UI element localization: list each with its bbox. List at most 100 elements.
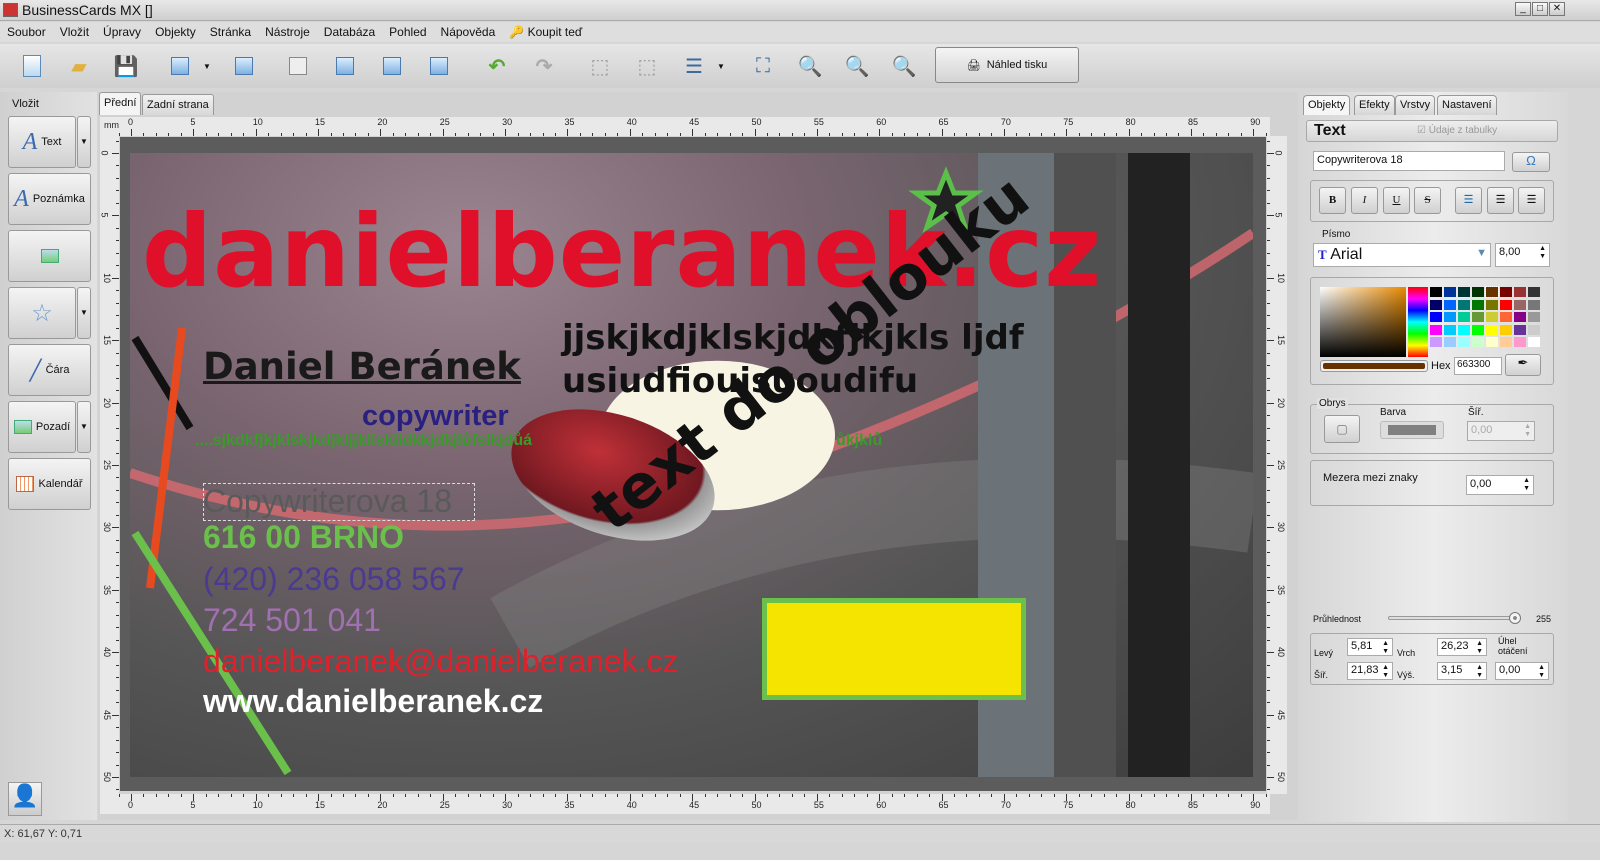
maximize-button[interactable]: □ xyxy=(1532,2,1548,16)
color-swatch[interactable] xyxy=(1444,312,1456,322)
card-phone-2[interactable]: 724 501 041 xyxy=(203,602,381,639)
color-swatch[interactable] xyxy=(1514,287,1526,297)
color-swatch[interactable] xyxy=(1458,299,1470,310)
color-swatch[interactable] xyxy=(1444,337,1456,347)
insert-text-dropdown[interactable]: ▼ xyxy=(77,116,91,168)
italic-button[interactable]: I xyxy=(1351,187,1378,214)
color-swatch[interactable] xyxy=(1500,312,1512,322)
card-web[interactable]: www.danielberanek.cz xyxy=(203,683,543,720)
color-swatch[interactable] xyxy=(1444,287,1456,297)
send-to-back-icon[interactable] xyxy=(425,52,453,80)
open-folder-icon[interactable]: ▰ xyxy=(65,52,93,80)
tab-objects[interactable]: Objekty xyxy=(1303,95,1351,115)
user-contact-icon[interactable]: 👤 xyxy=(8,782,42,816)
print-preview-button[interactable]: 🖨 Náhled tisku xyxy=(935,47,1079,83)
tab-front[interactable]: Přední xyxy=(99,92,142,115)
tab-settings[interactable]: Nastavení xyxy=(1437,95,1497,115)
menu-nastroje[interactable]: Nástroje xyxy=(258,22,317,42)
delete-page-icon[interactable] xyxy=(230,52,258,80)
outline-color-button[interactable] xyxy=(1380,421,1444,439)
color-swatch[interactable] xyxy=(1514,337,1526,347)
zoom-icon[interactable]: 🔍 xyxy=(796,52,824,80)
menu-buy[interactable]: 🔑 Koupit teď xyxy=(502,22,589,42)
card-phone-1[interactable]: (420) 236 058 567 xyxy=(203,561,465,598)
color-swatch[interactable] xyxy=(1472,337,1484,347)
menu-soubor[interactable]: Soubor xyxy=(0,22,53,42)
font-select[interactable]: T Arial ▼ xyxy=(1313,243,1491,267)
color-swatch[interactable] xyxy=(1485,286,1499,298)
color-swatch[interactable] xyxy=(1514,299,1526,310)
align-icon[interactable]: ☰ xyxy=(680,52,708,80)
save-icon[interactable]: 💾 xyxy=(112,52,140,80)
bring-to-front-icon[interactable] xyxy=(331,52,359,80)
hue-slider[interactable] xyxy=(1408,287,1428,357)
align-center-button[interactable]: ☰ xyxy=(1487,187,1514,214)
color-swatch[interactable] xyxy=(1458,312,1470,322)
spacing-input[interactable]: 0,00 ▲ ▼ xyxy=(1466,475,1534,495)
color-swatch[interactable] xyxy=(1486,324,1498,335)
tab-layers[interactable]: Vrstvy xyxy=(1395,95,1436,115)
outline-toggle-button[interactable]: ▢ xyxy=(1324,415,1360,443)
insert-shape-dropdown[interactable]: ▼ xyxy=(77,287,91,339)
card-name[interactable]: Daniel Beránek xyxy=(203,345,521,388)
zoom-out-icon[interactable]: 🔍 xyxy=(843,52,871,80)
align-right-button[interactable]: ☰ xyxy=(1518,187,1545,214)
menu-stranka[interactable]: Stránka xyxy=(203,22,258,42)
top-input[interactable]: 26,23 ▲ ▼ xyxy=(1437,638,1487,656)
color-swatch[interactable] xyxy=(1458,324,1470,335)
spinner-icon[interactable]: ▲ ▼ xyxy=(1539,245,1546,261)
menu-vlozit[interactable]: Vložit xyxy=(53,22,96,42)
left-input[interactable]: 5,81 ▲ ▼ xyxy=(1347,638,1393,656)
card-email[interactable]: danielberanek@danielberanek.cz xyxy=(203,643,678,680)
color-swatch[interactable] xyxy=(1430,312,1442,322)
color-swatch[interactable] xyxy=(1528,337,1540,347)
special-character-button[interactable]: Ω xyxy=(1512,152,1550,172)
zoom-in-icon[interactable]: 🔍 xyxy=(890,52,918,80)
menu-objekty[interactable]: Objekty xyxy=(148,22,203,42)
insert-background-button[interactable]: Pozadí xyxy=(8,401,76,453)
color-swatch[interactable] xyxy=(1472,287,1484,297)
color-swatch[interactable] xyxy=(1472,299,1484,310)
send-backward-icon[interactable] xyxy=(378,52,406,80)
color-swatch[interactable] xyxy=(1430,337,1442,347)
new-file-icon[interactable] xyxy=(18,52,46,80)
color-swatch[interactable] xyxy=(1486,312,1498,322)
insert-image-button[interactable] xyxy=(8,230,91,282)
add-page-icon[interactable] xyxy=(166,52,194,80)
width-input[interactable]: 21,83 ▲ ▼ xyxy=(1347,662,1393,680)
color-swatch[interactable] xyxy=(1528,312,1540,322)
color-swatch[interactable] xyxy=(1500,287,1512,297)
outline-width-input[interactable]: 0,00 ▲ ▼ xyxy=(1467,421,1535,441)
redo-icon[interactable]: ↷ xyxy=(530,52,558,80)
tab-effects[interactable]: Efekty xyxy=(1354,95,1395,115)
color-swatch[interactable] xyxy=(1458,337,1470,347)
menu-pohled[interactable]: Pohled xyxy=(382,22,433,42)
bold-button[interactable]: B xyxy=(1319,187,1346,214)
font-size-input[interactable]: 8,00 ▲ ▼ xyxy=(1495,243,1550,267)
color-swatch[interactable] xyxy=(1500,299,1512,310)
rotation-input[interactable]: 0,00 ▲ ▼ xyxy=(1495,662,1549,680)
color-swatch[interactable] xyxy=(1514,312,1526,322)
eyedropper-icon[interactable]: ✒ xyxy=(1505,354,1541,376)
color-swatch[interactable] xyxy=(1528,324,1540,335)
card-city[interactable]: 616 00 BRNO xyxy=(203,519,404,556)
ungroup-icon[interactable]: ⬚ xyxy=(633,52,661,80)
color-swatch[interactable] xyxy=(1472,312,1484,322)
hex-input[interactable]: 663300 xyxy=(1454,357,1502,375)
close-button[interactable]: ✕ xyxy=(1549,2,1565,16)
color-swatch[interactable] xyxy=(1500,337,1512,347)
color-swatch[interactable] xyxy=(1528,299,1540,310)
color-swatch[interactable] xyxy=(1486,299,1498,310)
insert-note-button[interactable]: A Poznámka xyxy=(8,173,91,225)
color-swatch[interactable] xyxy=(1458,287,1470,297)
color-swatch[interactable] xyxy=(1528,287,1540,297)
color-swatch[interactable] xyxy=(1444,299,1456,310)
insert-calendar-button[interactable]: Kalendář xyxy=(8,458,91,510)
opacity-slider-thumb[interactable] xyxy=(1509,612,1521,624)
insert-shape-button[interactable]: ☆ xyxy=(8,287,76,339)
color-swatch[interactable] xyxy=(1430,324,1442,335)
color-gradient-area[interactable] xyxy=(1320,287,1406,357)
height-input[interactable]: 3,15 ▲ ▼ xyxy=(1437,662,1487,680)
underline-button[interactable]: U xyxy=(1383,187,1410,214)
undo-icon[interactable]: ↶ xyxy=(483,52,511,80)
